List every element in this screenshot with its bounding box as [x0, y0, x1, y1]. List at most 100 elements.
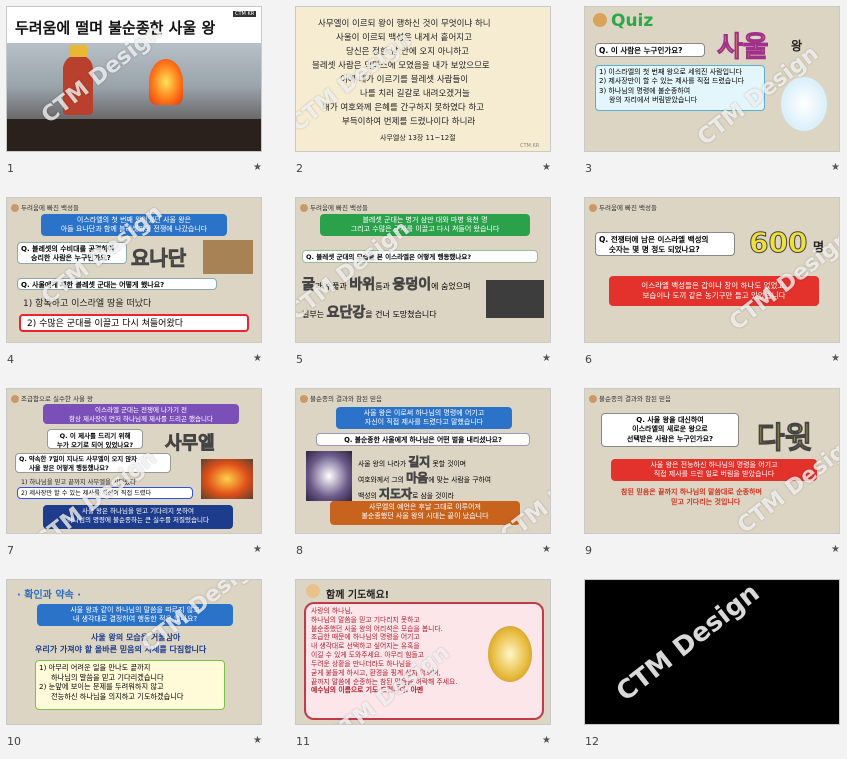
king-illustration: [781, 77, 827, 131]
slide-canvas: 두려움에 빠진 백성들 Q. 전쟁터에 남은 이스라엘 백성의 숫자는 몇 명 정…: [584, 197, 840, 343]
character-icon: [306, 584, 320, 598]
slide-number: 9: [585, 544, 592, 557]
slide-title: · 확인과 약속 ·: [17, 590, 82, 601]
slide-canvas: 두려움에 빠진 백성들 이스라엘의 첫 번째 왕이었던 사울 왕은 아들 요나단과…: [6, 197, 262, 343]
battle-illustration: [203, 240, 253, 274]
question-box-2: Q. 약속한 7일이 지나도 사무엘이 오지 않자 사울 왕은 어떻게 행동했나요…: [15, 453, 171, 473]
slide-number: 5: [296, 353, 303, 366]
slide-thumbnail-2[interactable]: 사무엘이 이르되 왕이 행하신 것이 무엇이냐 하니 사울이 이르되 백성은 내…: [292, 3, 554, 186]
answer-suffix: 명: [813, 240, 825, 254]
verse-reference: 사무엘상 13장 11~12절: [380, 134, 456, 142]
watermark: CTM Design: [611, 579, 766, 708]
cave-illustration: [486, 280, 544, 318]
character-icon: [589, 204, 597, 212]
slide-thumbnail-9[interactable]: 불순종의 결과와 참된 믿음 Q. 사울 왕을 대신하여 이스라엘의 새로운 왕으…: [581, 385, 843, 568]
slide-number: 2: [296, 162, 303, 175]
prophet-illustration: [306, 451, 352, 501]
quiz-title: Quiz: [611, 11, 654, 31]
prayer-closing: 예수님의 이름으로 기도 드립니다. 아멘: [311, 686, 424, 695]
slide-canvas: 두려움에 떨며 불순종한 사울 왕 CTM KR CTM Design: [6, 6, 262, 152]
answer-suffix: 왕: [791, 39, 803, 53]
answer-text: 요나단: [131, 246, 187, 271]
slide-thumbnail-6[interactable]: 두려움에 빠진 백성들 Q. 전쟁터에 남은 이스라엘 백성의 숫자는 몇 명 정…: [581, 194, 843, 377]
verse-line-4: 블레셋 사람은 믹마스에 모였음을 내가 보았으므로: [312, 61, 490, 71]
slide-number: 12: [585, 735, 599, 748]
answer-text: 사무엘: [165, 433, 215, 455]
slide-header: 두려움에 빠진 백성들: [11, 202, 79, 212]
slide-thumbnail-4[interactable]: 두려움에 빠진 백성들 이스라엘의 첫 번째 왕이었던 사울 왕은 아들 요나단과…: [3, 194, 265, 377]
animation-star-icon[interactable]: ★: [253, 162, 262, 173]
slide-number: 3: [585, 162, 592, 175]
logo: CTM.KR: [520, 143, 540, 149]
intro-box: 사울 왕은 이로써 하나님의 명령에 어기고 자신이 직접 제사를 드렸다고 말했…: [336, 407, 512, 429]
slide-canvas: 사무엘이 이르되 왕이 행하신 것이 무엇이냐 하니 사울이 이르되 백성은 내…: [295, 6, 551, 152]
verse-line-3: 당신은 정한 날 안에 오지 아니하고: [346, 47, 469, 57]
question-box: Q. 전쟁터에 남은 이스라엘 백성의 숫자는 몇 명 정도 되었나요?: [595, 232, 735, 256]
slide-thumbnail-11[interactable]: 함께 기도해요! 사랑의 하나님, 하나님의 말씀을 믿고 기다리지 못하고 불…: [292, 576, 554, 759]
animation-star-icon[interactable]: ★: [253, 544, 262, 555]
slide-header: 두려움에 빠진 백성들: [300, 202, 368, 212]
answer-text: 다윗: [756, 421, 813, 457]
slide-header: 불순종의 결과와 참된 믿음: [300, 393, 382, 403]
slide-canvas: 불순종의 결과와 참된 믿음 Q. 사울 왕을 대신하여 이스라엘의 새로운 왕으…: [584, 388, 840, 534]
promise-box: 1) 아무리 어려운 일을 만나도 끝까지 하나님의 말씀을 믿고 기다리겠습니다…: [35, 660, 225, 710]
verse-line-5: 이에 내가 이르기를 블레셋 사람들이: [340, 75, 469, 85]
slide-thumbnail-8[interactable]: 불순종의 결과와 참된 믿음 사울 왕은 이로써 하나님의 명령에 어기고 자신이…: [292, 385, 554, 568]
slide-header: 두려움에 빠진 백성들: [589, 202, 657, 212]
mid-line-1: 사울 왕의 모습을 거울삼아: [91, 633, 181, 642]
body-line-3: 참된 믿음은 끝까지 하나님의 말씀대로 순종하며: [621, 488, 762, 496]
animation-star-icon[interactable]: ★: [542, 544, 551, 555]
slide-title: 두려움에 떨며 불순종한 사울 왕: [15, 19, 216, 37]
animation-star-icon[interactable]: ★: [253, 353, 262, 364]
animation-star-icon[interactable]: ★: [831, 544, 840, 555]
logo: CTM KR: [233, 11, 257, 17]
slide-sorter-grid: 두려움에 떨며 불순종한 사울 왕 CTM KR CTM Design 1 ★ …: [0, 0, 847, 748]
option-2: 2) 제사장만이 할 수 있는 제사를 직접 드렸습니다: [599, 77, 745, 86]
question-box: Q. 불순종한 사울에게 하나님은 어떤 벌을 내리셨나요?: [316, 433, 530, 446]
slide-canvas: · 확인과 약속 · 사울 왕과 같이 하나님의 말씀을 따르지 않고 내 생각대…: [6, 579, 262, 725]
animation-star-icon[interactable]: ★: [253, 735, 262, 746]
slide-header: 조급함으로 실수한 사울 왕: [11, 393, 93, 403]
question-box: Q. 이 사람은 누구인가요?: [595, 43, 705, 57]
question-box: Q. 사울 왕을 대신하여 이스라엘의 새로운 왕으로 선택받은 사람은 누구인가요…: [601, 413, 739, 447]
slide-thumbnail-7[interactable]: 조급함으로 실수한 사울 왕 이스라엘 군대는 전쟁에 나가기 전 항상 제사장이…: [3, 385, 265, 568]
body-box: 이스라엘 백성들은 갑이나 창이 하나도 없었고, 보습이나 도끼 같은 농기구만…: [609, 276, 819, 306]
intro-box: 이스라엘 군대는 전쟁에 나가기 전 항상 제사장이 먼저 하나님께 제사를 드리…: [43, 404, 239, 424]
slide-thumbnail-5[interactable]: 두려움에 빠진 백성들 블레셋 군대는 병거 삼만 대와 마병 육천 명 그리고 …: [292, 194, 554, 377]
character-icon: [589, 395, 597, 403]
intro-box: 사울 왕과 같이 하나님의 말씀을 따르지 않고 내 생각대로 결정하여 행동한 …: [37, 604, 233, 626]
animation-star-icon[interactable]: ★: [542, 353, 551, 364]
character-icon: [300, 204, 308, 212]
animation-star-icon[interactable]: ★: [831, 353, 840, 364]
slide-thumbnail-10[interactable]: · 확인과 약속 · 사울 왕과 같이 하나님의 말씀을 따르지 않고 내 생각대…: [3, 576, 265, 759]
slide-number: 6: [585, 353, 592, 366]
options-box: 1) 이스라엘의 첫 번째 왕으로 세워진 사람입니다 2) 제사장만이 할 수…: [595, 65, 765, 111]
crown-icon: [69, 45, 87, 57]
slide-number: 1: [7, 162, 14, 175]
animation-star-icon[interactable]: ★: [542, 735, 551, 746]
answer-text: 600: [748, 226, 808, 260]
slide-canvas: 불순종의 결과와 참된 믿음 사울 왕은 이로써 하나님의 명령에 어기고 자신이…: [295, 388, 551, 534]
character-icon: [11, 395, 19, 403]
praying-hands-illustration: [488, 626, 532, 682]
slide-header: 불순종의 결과와 참된 믿음: [589, 393, 671, 403]
animation-star-icon[interactable]: ★: [542, 162, 551, 173]
answer-line-3: 백성의 지도자로 삼을 것이라: [358, 487, 454, 502]
option-2-highlighted: 2) 수많은 군대를 이끌고 다시 쳐들어왔다: [19, 314, 249, 332]
verse-line-7: 내가 여호와께 은혜를 간구하지 못하였다 하고: [322, 103, 485, 113]
answer-text: 사울: [717, 30, 770, 64]
slide-thumbnail-12[interactable]: CTM Design 12: [581, 576, 843, 759]
slide-thumbnail-3[interactable]: Quiz Q. 이 사람은 누구인가요? 사울 왕 1) 이스라엘의 첫 번째 …: [581, 3, 843, 186]
question-box: Q. 블레셋의 수비대를 공격하여 승리한 사람은 누구인가요?: [17, 242, 127, 264]
answer-line-1: 굴과 수풀과 바위틈과 웅덩이에 숨었으며: [302, 277, 471, 294]
character-icon: [593, 13, 607, 27]
option-3-cont: 왕의 자리에서 버림받았습니다: [609, 96, 698, 105]
answer-line-1: 사울 왕의 나라가 길지 못할 것이며: [358, 455, 466, 470]
slide-number: 10: [7, 735, 21, 748]
slide-thumbnail-1[interactable]: 두려움에 떨며 불순종한 사울 왕 CTM KR CTM Design 1 ★: [3, 3, 265, 186]
animation-star-icon[interactable]: ★: [831, 162, 840, 173]
slide-number: 7: [7, 544, 14, 557]
body-line-4: 믿고 기다리는 것입니다: [671, 498, 741, 506]
character-icon: [300, 395, 308, 403]
slide-canvas: 조급함으로 실수한 사울 왕 이스라엘 군대는 전쟁에 나가기 전 항상 제사장이…: [6, 388, 262, 534]
